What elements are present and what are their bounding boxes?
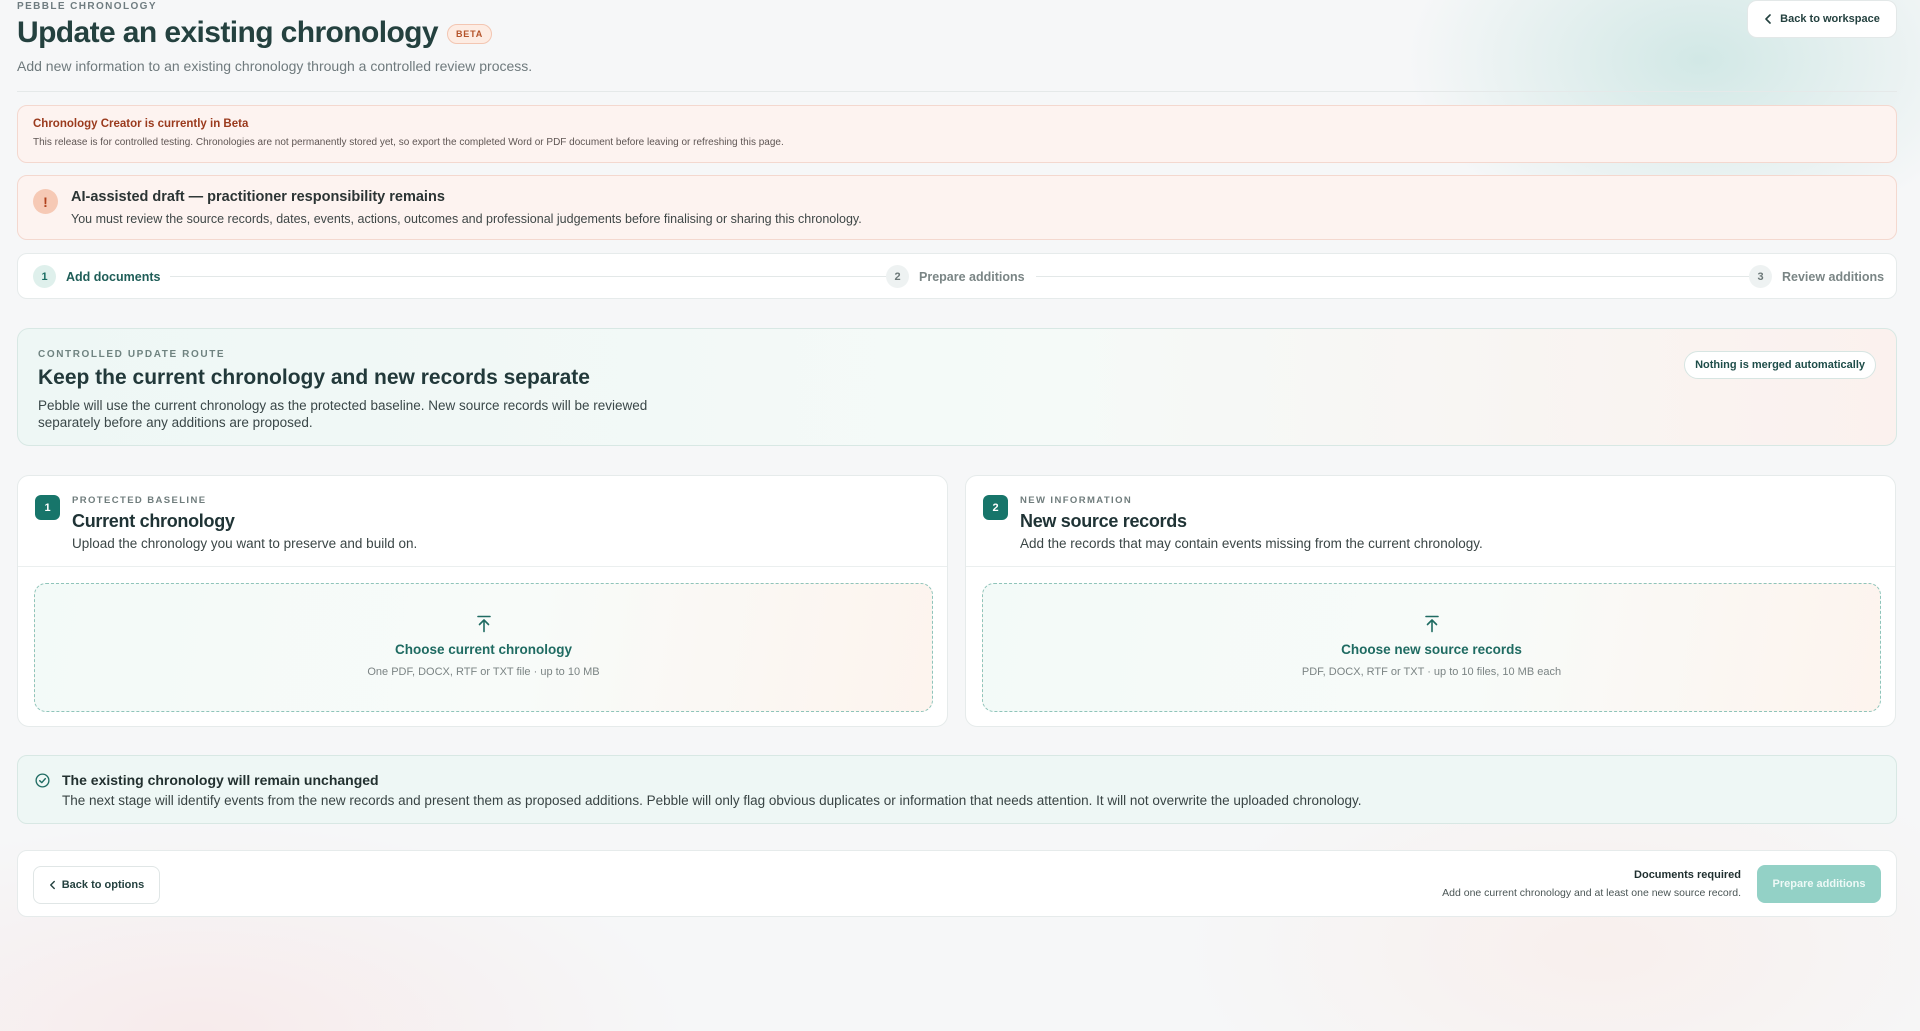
card-description: Add the records that may contain events …: [1020, 536, 1483, 551]
step-number: 1: [33, 265, 56, 288]
beta-badge: BETA: [446, 24, 493, 44]
step-label: Add documents: [66, 269, 161, 284]
step-number: 3: [1749, 265, 1772, 288]
ai-warning-title: AI-assisted draft — practitioner respons…: [71, 189, 445, 205]
back-to-options-label: Back to options: [61, 879, 145, 891]
prepare-additions-button[interactable]: Prepare additions: [1757, 865, 1881, 903]
new-source-records-card: 2 NEW INFORMATION New source records Add…: [965, 475, 1896, 727]
route-text: Pebble will use the current chronology a…: [38, 398, 648, 430]
update-route-panel: CONTROLLED UPDATE ROUTE Keep the current…: [17, 328, 1897, 446]
beta-notice-text: This release is for controlled testing. …: [33, 137, 784, 148]
step-number: 2: [886, 265, 909, 288]
route-eyebrow: CONTROLLED UPDATE ROUTE: [38, 349, 226, 360]
page-subtitle: Add new information to an existing chron…: [17, 58, 533, 74]
action-footer: Back to options Documents required Add o…: [17, 850, 1897, 917]
step-connector: [1036, 276, 1756, 277]
step-label: Prepare additions: [919, 269, 1025, 284]
card-eyebrow: PROTECTED BASELINE: [72, 495, 207, 506]
back-to-workspace-button[interactable]: Back to workspace: [1747, 0, 1897, 38]
back-to-workspace-label: Back to workspace: [1780, 13, 1880, 25]
unchanged-text: The next stage will identify events from…: [62, 793, 1362, 808]
ai-warning-text: You must review the source records, date…: [71, 212, 862, 226]
page-title: Update an existing chronology: [17, 16, 439, 49]
requirements-title: Documents required: [1634, 869, 1741, 881]
dropzone-hint: PDF, DOCX, RTF or TXT · up to 10 files, …: [1301, 666, 1562, 678]
ai-warning: ! AI-assisted draft — practitioner respo…: [17, 175, 1897, 240]
chevron-left-icon: [1765, 14, 1771, 24]
step-label: Review additions: [1782, 269, 1885, 284]
upload-icon: [476, 615, 491, 633]
current-chronology-dropzone[interactable]: Choose current chronology One PDF, DOCX,…: [34, 583, 933, 712]
card-number: 2: [983, 495, 1008, 520]
card-eyebrow: NEW INFORMATION: [1020, 495, 1133, 506]
back-to-options-button[interactable]: Back to options: [33, 866, 160, 904]
requirements-summary: Documents required Add one current chron…: [1442, 869, 1741, 899]
requirements-text: Add one current chronology and at least …: [1442, 887, 1741, 899]
dropzone-title: Choose current chronology: [394, 642, 573, 657]
card-header: 2 NEW INFORMATION New source records Add…: [966, 476, 1895, 567]
route-title: Keep the current chronology and new reco…: [38, 366, 590, 389]
alert-icon: !: [33, 189, 58, 214]
stepper: 1 Add documents 2 Prepare additions 3 Re…: [17, 253, 1897, 299]
step-review-additions: 3 Review additions: [1749, 265, 1884, 288]
beta-notice: Chronology Creator is currently in Beta …: [17, 105, 1897, 163]
chevron-left-icon: [49, 880, 55, 890]
step-connector: [170, 276, 886, 277]
brand-label: PEBBLE CHRONOLOGY: [17, 1, 157, 12]
step-prepare-additions: 2 Prepare additions: [886, 265, 1025, 288]
card-title: New source records: [1020, 511, 1187, 531]
dropzone-title: Choose new source records: [1341, 642, 1522, 657]
card-number: 1: [35, 495, 60, 520]
route-badge: Nothing is merged automatically: [1684, 351, 1876, 379]
card-description: Upload the chronology you want to preser…: [72, 536, 418, 551]
unchanged-title: The existing chronology will remain unch…: [62, 772, 379, 788]
upload-icon: [1424, 615, 1439, 633]
beta-notice-title: Chronology Creator is currently in Beta: [33, 118, 249, 130]
header-divider: [17, 91, 1897, 92]
dropzone-hint: One PDF, DOCX, RTF or TXT file · up to 1…: [367, 666, 600, 678]
card-title: Current chronology: [72, 511, 235, 531]
step-add-documents: 1 Add documents: [33, 265, 160, 288]
card-header: 1 PROTECTED BASELINE Current chronology …: [18, 476, 947, 567]
check-circle-icon: [35, 773, 50, 788]
new-source-records-dropzone[interactable]: Choose new source records PDF, DOCX, RTF…: [982, 583, 1881, 712]
title-row: Update an existing chronology BETA: [17, 16, 493, 50]
current-chronology-card: 1 PROTECTED BASELINE Current chronology …: [17, 475, 948, 727]
unchanged-notice: The existing chronology will remain unch…: [17, 755, 1897, 824]
